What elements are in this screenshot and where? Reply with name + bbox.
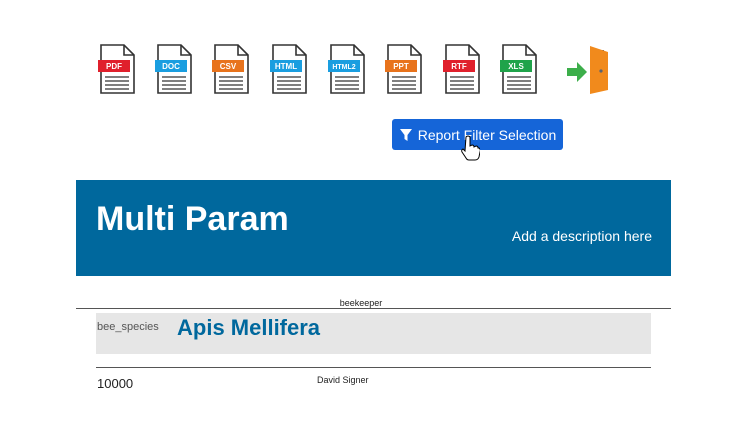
- report-filter-label: Report Filter Selection: [417, 126, 557, 143]
- export-format-label: HTML2: [332, 64, 355, 71]
- ppt-export-icon[interactable]: PPT: [385, 44, 423, 94]
- report-description: Add a description here: [511, 228, 652, 244]
- export-format-label: PDF: [106, 62, 122, 71]
- species-field-label: bee_species: [97, 321, 159, 333]
- report-filter-button[interactable]: Report Filter Selection: [392, 119, 563, 150]
- export-format-label: PPT: [393, 62, 409, 71]
- rtf-export-icon[interactable]: RTF: [443, 44, 481, 94]
- person-name: David Signer: [317, 375, 369, 385]
- group-header-beekeeper: beekeeper: [339, 298, 383, 308]
- filter-icon: [399, 128, 412, 141]
- pdf-export-icon[interactable]: PDF: [98, 44, 136, 94]
- report-banner: Multi Param Add a description here: [76, 180, 671, 276]
- detail-divider: [96, 367, 651, 368]
- doc-export-icon[interactable]: DOC: [155, 44, 193, 94]
- csv-export-icon[interactable]: CSV: [212, 44, 250, 94]
- group-divider: [76, 308, 671, 309]
- export-format-label: HTML: [275, 62, 297, 71]
- exit-door-icon[interactable]: [564, 44, 610, 94]
- xls-export-icon[interactable]: XLS: [500, 44, 538, 94]
- species-value: Apis Mellifera: [177, 315, 321, 340]
- html-export-icon[interactable]: HTML: [270, 44, 308, 94]
- html2-export-icon[interactable]: HTML2: [328, 44, 366, 94]
- export-format-label: CSV: [220, 62, 237, 71]
- count-value: 10000: [97, 376, 134, 391]
- species-row: bee_species Apis Mellifera: [96, 313, 651, 354]
- export-format-label: DOC: [162, 62, 180, 71]
- export-format-label: XLS: [508, 62, 524, 71]
- report-title: Multi Param: [96, 200, 289, 238]
- export-format-label: RTF: [451, 62, 467, 71]
